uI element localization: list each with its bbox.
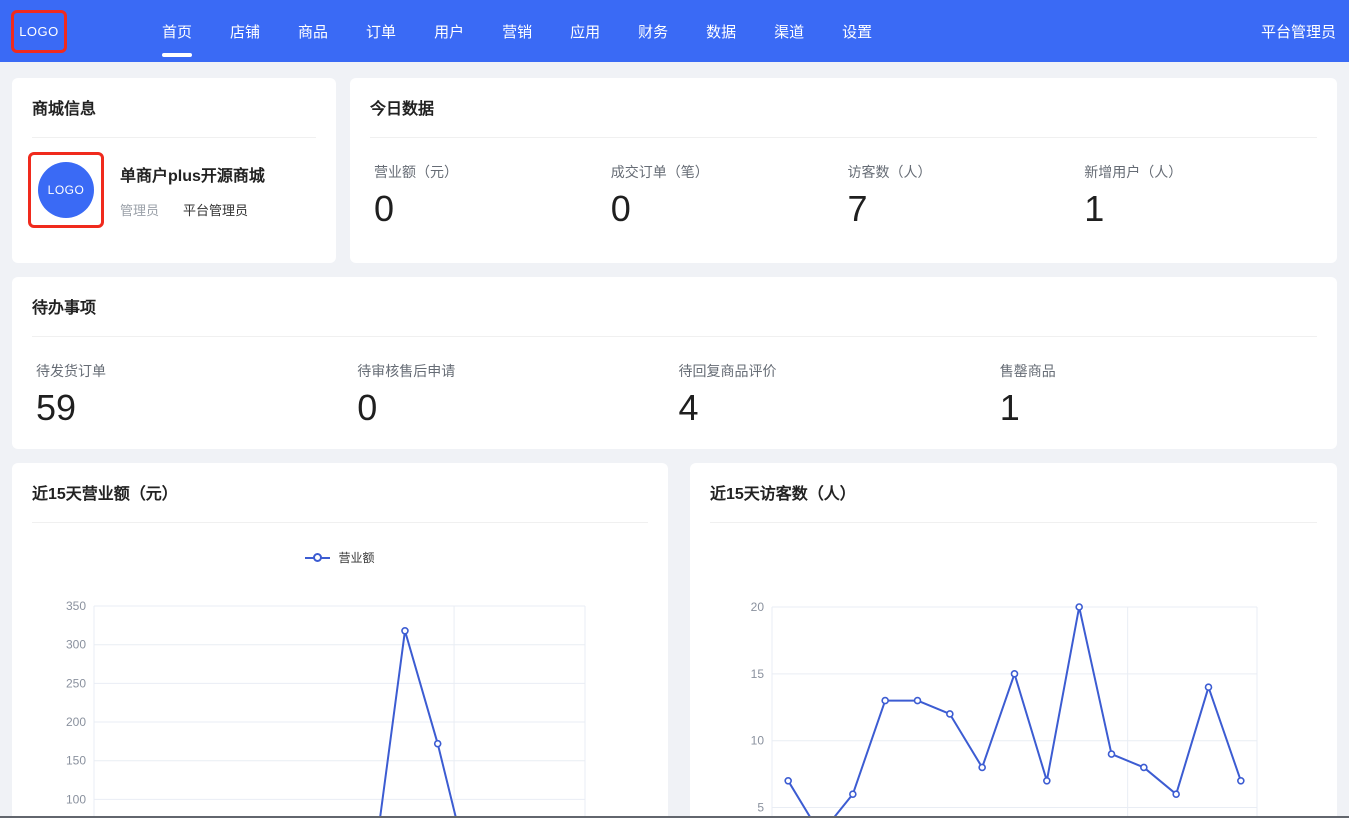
divider bbox=[710, 522, 1317, 523]
svg-text:200: 200 bbox=[66, 715, 86, 729]
nav-item-marketing[interactable]: 营销 bbox=[502, 0, 532, 62]
stat-label: 访客数（人） bbox=[848, 162, 1081, 182]
stat-label: 售罄商品 bbox=[1000, 361, 1317, 381]
stat-label: 待回复商品评价 bbox=[679, 361, 996, 381]
revenue-chart-card: 近15天营业额（元） 营业额 350 300 250 200 150 100 bbox=[12, 463, 668, 818]
admin-account-label[interactable]: 平台管理员 bbox=[1261, 21, 1336, 42]
divider bbox=[32, 522, 648, 523]
stat-deal-orders: 成交订单（笔） 0 bbox=[607, 138, 844, 227]
stat-visitors: 访客数（人） 7 bbox=[844, 138, 1081, 227]
svg-text:10: 10 bbox=[751, 734, 765, 748]
today-data-card: 今日数据 营业额（元） 0 成交订单（笔） 0 访客数（人） 7 新增用户（人）… bbox=[350, 78, 1337, 263]
mall-name: 单商户plus开源商城 bbox=[120, 162, 265, 186]
mall-info-card: 商城信息 LOGO 单商户plus开源商城 管理员 平台管理员 bbox=[12, 78, 336, 263]
stat-value: 0 bbox=[611, 191, 844, 227]
stat-label: 待发货订单 bbox=[36, 361, 353, 381]
nav-item-shop[interactable]: 店铺 bbox=[230, 0, 260, 62]
role-value: 平台管理员 bbox=[183, 200, 248, 219]
role-label: 管理员 bbox=[120, 200, 159, 219]
stat-label: 成交订单（笔） bbox=[611, 162, 844, 182]
nav-item-apps[interactable]: 应用 bbox=[570, 0, 600, 62]
visitors-line-chart: 20 15 10 5 bbox=[690, 573, 1337, 818]
today-data-title: 今日数据 bbox=[350, 78, 1337, 121]
svg-text:150: 150 bbox=[66, 754, 86, 768]
top-navbar: LOGO 首页 店铺 商品 订单 用户 营销 应用 财务 数据 渠道 设置 平台… bbox=[0, 0, 1349, 62]
logo-annotation-box: LOGO bbox=[11, 10, 67, 53]
todo-title: 待办事项 bbox=[12, 277, 1337, 320]
visitors-chart-title: 近15天访客数（人） bbox=[690, 463, 1337, 506]
svg-text:20: 20 bbox=[751, 600, 765, 614]
stat-value: 0 bbox=[374, 191, 607, 227]
main-content: 商城信息 LOGO 单商户plus开源商城 管理员 平台管理员 今日数据 bbox=[0, 62, 1349, 818]
revenue-chart-title: 近15天营业额（元） bbox=[12, 463, 668, 506]
svg-text:300: 300 bbox=[66, 638, 86, 652]
nav-item-data[interactable]: 数据 bbox=[706, 0, 736, 62]
svg-text:350: 350 bbox=[66, 599, 86, 613]
avatar-annotation-box: LOGO bbox=[28, 152, 104, 228]
stat-new-users: 新增用户（人） 1 bbox=[1080, 138, 1317, 227]
stat-label: 营业额（元） bbox=[374, 162, 607, 182]
stat-label: 待审核售后申请 bbox=[357, 361, 674, 381]
stat-pending-reviews: 待回复商品评价 4 bbox=[675, 337, 996, 426]
navbar-logo[interactable]: LOGO bbox=[19, 24, 59, 39]
stat-pending-aftersale: 待审核售后申请 0 bbox=[353, 337, 674, 426]
nav-item-home[interactable]: 首页 bbox=[162, 0, 192, 62]
mall-logo-avatar[interactable]: LOGO bbox=[38, 162, 94, 218]
nav-item-channel[interactable]: 渠道 bbox=[774, 0, 804, 62]
svg-text:5: 5 bbox=[757, 801, 764, 815]
main-nav: 首页 店铺 商品 订单 用户 营销 应用 财务 数据 渠道 设置 bbox=[162, 0, 872, 62]
stat-label: 新增用户（人） bbox=[1084, 162, 1317, 182]
stat-turnover: 营业额（元） 0 bbox=[370, 138, 607, 227]
nav-item-finance[interactable]: 财务 bbox=[638, 0, 668, 62]
visitors-chart-card: 近15天访客数（人） 20 15 10 5 bbox=[690, 463, 1337, 818]
svg-text:250: 250 bbox=[66, 676, 86, 690]
stat-value[interactable]: 0 bbox=[357, 390, 674, 426]
svg-text:100: 100 bbox=[66, 792, 86, 806]
mall-info-title: 商城信息 bbox=[12, 78, 336, 121]
todo-card: 待办事项 待发货订单 59 待审核售后申请 0 待回复商品评价 4 售罄商品 1 bbox=[12, 277, 1337, 449]
stat-value[interactable]: 4 bbox=[679, 390, 996, 426]
nav-item-goods[interactable]: 商品 bbox=[298, 0, 328, 62]
line-series-icon bbox=[305, 553, 330, 562]
chart-legend[interactable]: 营业额 bbox=[12, 549, 668, 566]
svg-text:15: 15 bbox=[751, 667, 765, 681]
stat-value: 1 bbox=[1084, 191, 1317, 227]
stat-pending-delivery: 待发货订单 59 bbox=[32, 337, 353, 426]
nav-item-users[interactable]: 用户 bbox=[434, 0, 464, 62]
nav-item-orders[interactable]: 订单 bbox=[366, 0, 396, 62]
nav-item-settings[interactable]: 设置 bbox=[842, 0, 872, 62]
legend-label: 营业额 bbox=[338, 549, 374, 566]
stat-value[interactable]: 59 bbox=[36, 390, 353, 426]
stat-value: 7 bbox=[848, 191, 1081, 227]
stat-value[interactable]: 1 bbox=[1000, 390, 1317, 426]
revenue-line-chart: 350 300 250 200 150 100 bbox=[12, 573, 668, 818]
stat-soldout-goods: 售罄商品 1 bbox=[996, 337, 1317, 426]
